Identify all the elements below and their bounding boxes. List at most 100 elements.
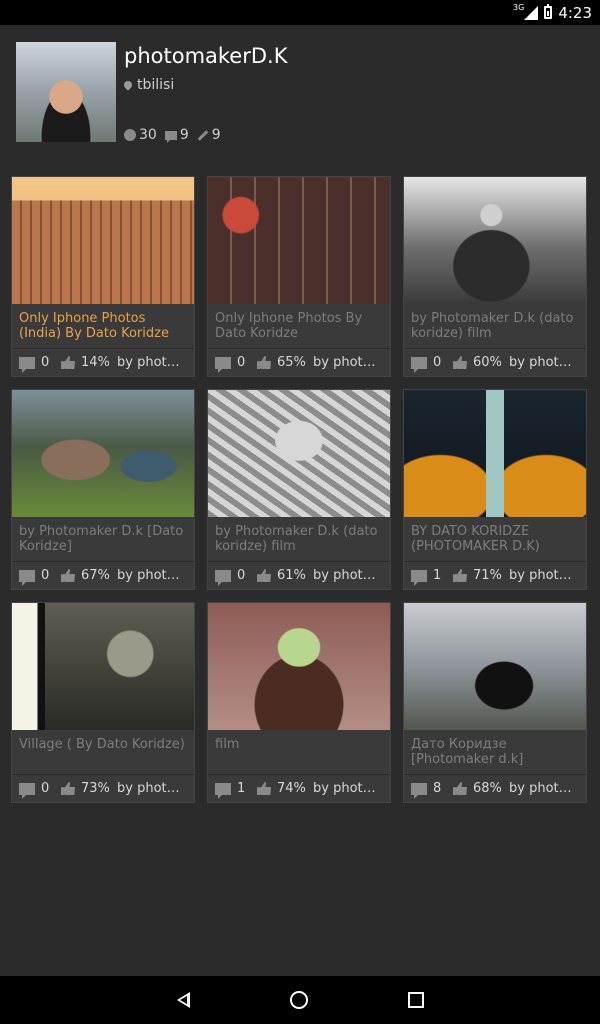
photo-thumbnail[interactable] bbox=[12, 177, 194, 304]
stat-comments-count: 9 bbox=[179, 127, 189, 143]
stat-edits-count: 9 bbox=[211, 127, 221, 143]
photo-thumbnail[interactable] bbox=[404, 177, 586, 304]
card-footer: 1 74% by photomaker bbox=[208, 774, 390, 802]
like-percent: 65% bbox=[277, 355, 306, 370]
avatar[interactable] bbox=[16, 42, 116, 142]
card-footer: 0 60% by photomaker bbox=[404, 348, 586, 376]
card-footer: 0 73% by photomaker bbox=[12, 774, 194, 802]
photo-thumbnail[interactable] bbox=[12, 390, 194, 517]
comment-count: 0 bbox=[41, 568, 50, 583]
stat-comments: 9 bbox=[164, 127, 189, 143]
profile-header: photomakerD.K tbilisi 30 9 9 bbox=[16, 42, 584, 143]
thumbs-up-icon bbox=[453, 356, 467, 369]
photo-title: Village ( By Dato Koridze) bbox=[19, 737, 185, 752]
profile-location: tbilisi bbox=[122, 77, 175, 93]
photo-title: Дато Коридзе [Photomaker d.k] bbox=[411, 737, 524, 767]
card-footer: 0 61% by photomaker bbox=[208, 561, 390, 589]
stat-edits: 9 bbox=[197, 127, 221, 143]
like-percent: 74% bbox=[277, 781, 306, 796]
navigation-bar bbox=[0, 976, 600, 1024]
comment-icon bbox=[215, 569, 231, 586]
photo-title: BY DATO KORIDZE (PHOTOMAKER D.K) bbox=[411, 524, 540, 554]
author-label: by photomaker bbox=[117, 781, 183, 796]
photo-title: by Photomaker D.k (dato koridze) film bbox=[411, 311, 574, 341]
photo-card[interactable]: Дато Коридзе [Photomaker d.k] 8 68% by p… bbox=[403, 602, 587, 803]
comment-icon bbox=[164, 130, 177, 143]
author-label: by photomaker bbox=[117, 355, 183, 370]
like-percent: 60% bbox=[473, 355, 502, 370]
card-footer: 1 71% by photomaker bbox=[404, 561, 586, 589]
comment-count: 1 bbox=[433, 568, 442, 583]
signal-icon bbox=[524, 5, 539, 20]
photo-thumbnail[interactable] bbox=[208, 390, 390, 517]
photo-title: by Photomaker D.k [Dato Koridze] bbox=[19, 524, 184, 554]
profile-name: photomakerD.K bbox=[124, 44, 288, 68]
card-footer: 0 14% by photomaker bbox=[12, 348, 194, 376]
author-label: by photomaker bbox=[313, 781, 379, 796]
thumbs-up-icon bbox=[453, 569, 467, 582]
photo-title: Only Iphone Photos By Dato Koridze bbox=[215, 311, 363, 341]
comment-icon bbox=[215, 356, 231, 373]
photo-thumbnail[interactable] bbox=[404, 390, 586, 517]
card-footer: 0 67% by photomaker bbox=[12, 561, 194, 589]
card-footer: 0 65% by photomaker bbox=[208, 348, 390, 376]
author-label: by photomaker bbox=[313, 568, 379, 583]
photos-icon bbox=[124, 129, 136, 141]
thumbs-up-icon bbox=[257, 782, 271, 795]
thumbs-up-icon bbox=[61, 569, 75, 582]
comment-count: 0 bbox=[237, 355, 246, 370]
photo-thumbnail[interactable] bbox=[208, 603, 390, 730]
photo-title: film bbox=[215, 737, 240, 752]
photo-grid: Only Iphone Photos (India) By Dato Korid… bbox=[11, 176, 589, 803]
author-label: by photomaker bbox=[117, 568, 183, 583]
comment-count: 0 bbox=[433, 355, 442, 370]
author-label: by photomaker bbox=[509, 568, 575, 583]
stat-photos: 30 bbox=[124, 127, 157, 143]
comment-icon bbox=[411, 356, 427, 373]
card-footer: 8 68% by photomaker bbox=[404, 774, 586, 802]
like-percent: 14% bbox=[81, 355, 110, 370]
comment-icon bbox=[411, 782, 427, 799]
location-pin-icon bbox=[122, 79, 134, 91]
thumbs-up-icon bbox=[453, 782, 467, 795]
comment-count: 8 bbox=[433, 781, 442, 796]
photo-card[interactable]: by Photomaker D.k (dato koridze) film 0 … bbox=[403, 176, 587, 377]
photo-card[interactable]: Village ( By Dato Koridze) 0 73% by phot… bbox=[11, 602, 195, 803]
location-text: tbilisi bbox=[137, 77, 175, 93]
home-icon[interactable] bbox=[289, 991, 308, 1009]
photo-thumbnail[interactable] bbox=[404, 603, 586, 730]
author-label: by photomaker bbox=[509, 355, 575, 370]
comment-count: 1 bbox=[237, 781, 246, 796]
like-percent: 61% bbox=[277, 568, 306, 583]
comment-count: 0 bbox=[41, 355, 50, 370]
photo-card[interactable]: film 1 74% by photomaker bbox=[207, 602, 391, 803]
comment-icon bbox=[19, 569, 35, 586]
photo-card[interactable]: by Photomaker D.k [Dato Koridze] 0 67% b… bbox=[11, 389, 195, 590]
photo-title: Only Iphone Photos (India) By Dato Korid… bbox=[19, 311, 169, 341]
photo-card[interactable]: Only Iphone Photos By Dato Koridze 0 65%… bbox=[207, 176, 391, 377]
author-label: by photomaker bbox=[509, 781, 575, 796]
recents-icon[interactable] bbox=[407, 992, 424, 1008]
comment-icon bbox=[215, 782, 231, 799]
profile-stats: 30 9 9 bbox=[124, 127, 221, 143]
status-bar: 3G 4:23 bbox=[0, 0, 600, 25]
clock: 4:23 bbox=[558, 3, 592, 22]
thumbs-up-icon bbox=[61, 356, 75, 369]
back-icon[interactable] bbox=[176, 992, 190, 1008]
photo-thumbnail[interactable] bbox=[208, 177, 390, 304]
photo-title: by Photomaker D.k (dato koridze) film bbox=[215, 524, 378, 554]
photo-card[interactable]: by Photomaker D.k (dato koridze) film 0 … bbox=[207, 389, 391, 590]
network-type: 3G bbox=[513, 3, 525, 12]
comment-icon bbox=[411, 569, 427, 586]
like-percent: 68% bbox=[473, 781, 502, 796]
photo-card[interactable]: Only Iphone Photos (India) By Dato Korid… bbox=[11, 176, 195, 377]
photo-card[interactable]: BY DATO KORIDZE (PHOTOMAKER D.K) 1 71% b… bbox=[403, 389, 587, 590]
like-percent: 71% bbox=[473, 568, 502, 583]
status-icons: 3G 4:23 bbox=[513, 0, 592, 25]
comment-count: 0 bbox=[41, 781, 50, 796]
thumbs-up-icon bbox=[61, 782, 75, 795]
author-label: by photomaker bbox=[313, 355, 379, 370]
thumbs-up-icon bbox=[257, 356, 271, 369]
photo-thumbnail[interactable] bbox=[12, 603, 194, 730]
battery-icon bbox=[544, 4, 553, 19]
